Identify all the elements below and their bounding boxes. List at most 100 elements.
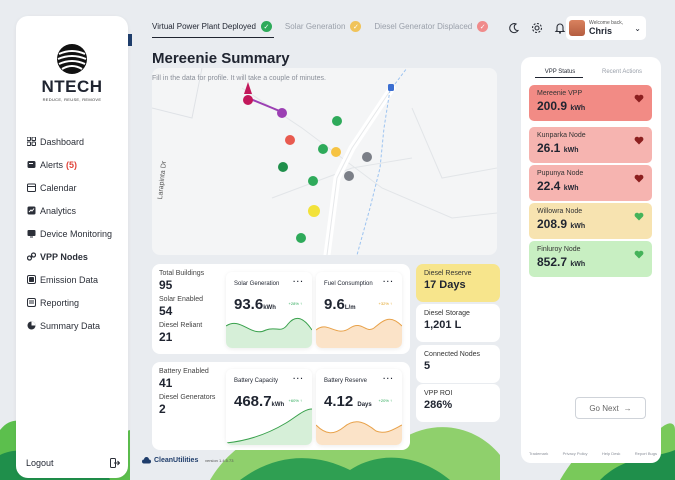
calendar-icon: [26, 183, 36, 193]
map-panel[interactable]: [152, 68, 497, 255]
node-value-row: 26.1 kWh: [537, 141, 644, 155]
sidebar-item-label: Reporting: [40, 297, 80, 308]
home-marker[interactable]: [332, 116, 342, 126]
node-unit: kWh: [563, 185, 579, 192]
heart-icon[interactable]: [634, 94, 644, 103]
sidebar-item-label: Summary Data: [40, 320, 101, 331]
sidebar-item-label: Dashboard: [40, 136, 85, 147]
sidebar-item-label: Analytics: [40, 205, 77, 216]
battery-reserve-card[interactable]: Battery Reserve ··· 4.12 Days +20% ↑: [316, 369, 402, 445]
sidebar-item-reporting[interactable]: Reporting: [26, 291, 126, 314]
footer-link-trademark[interactable]: Trademark: [529, 451, 548, 456]
footer-link-help-desk[interactable]: Help Desk: [602, 451, 620, 456]
step-label: Diesel Generator Displaced: [374, 22, 473, 31]
diesel-storage-card[interactable]: Diesel Storage 1,201 L: [416, 304, 500, 342]
more-options-icon[interactable]: ···: [293, 374, 304, 383]
footer-link-privacy[interactable]: Privacy Policy: [563, 451, 588, 456]
home-marker[interactable]: [362, 152, 372, 162]
step-vpp-deployed[interactable]: Virtual Power Plant Deployed ✓: [152, 21, 272, 32]
footer-links: Trademark Privacy Policy Help Desk Repor…: [529, 451, 657, 456]
vpp-tabs: VPP Status Recent Actions: [529, 67, 653, 77]
home-marker[interactable]: [308, 176, 318, 186]
battery-capacity-card[interactable]: Battery Capacity ··· 468.7kWh +60% ↑: [226, 369, 312, 445]
emission-icon: [26, 275, 36, 285]
solar-marker[interactable]: [308, 205, 320, 217]
go-next-label: Go Next: [589, 403, 619, 413]
step-diesel-displaced[interactable]: Diesel Generator Displaced ✓: [374, 21, 489, 32]
map-canvas[interactable]: [152, 68, 497, 255]
vpp-status-panel: VPP Status Recent Actions Mereenie VPP 2…: [521, 57, 661, 463]
node-name: Finluroy Node: [537, 246, 581, 253]
alert-count-badge: (5): [66, 159, 78, 170]
sidebar-item-dashboard[interactable]: Dashboard: [26, 130, 126, 153]
fuel-consumption-card[interactable]: Fuel Consumption ··· 9.6L/m +32% ↑: [316, 272, 402, 348]
node-value-row: 200.9 kWh: [537, 99, 644, 113]
footer-brand: CleanUtilities: [142, 457, 198, 464]
node-name: Kunparka Node: [537, 132, 586, 139]
step-solar-generation[interactable]: Solar Generation ✓: [284, 21, 362, 32]
home-marker[interactable]: [318, 144, 328, 154]
footer-link-report-bugs[interactable]: Report Bugs: [635, 451, 657, 456]
active-tab-underline: [535, 77, 583, 78]
node-card-willowra[interactable]: Willowra Node 208.9 kWh: [529, 203, 652, 239]
solar-generation-card[interactable]: Solar Generation ··· 93.6kWh +28% ↑: [226, 272, 312, 348]
node-card-pupunya[interactable]: Pupunya Node 22.4 kWh: [529, 165, 652, 201]
logout-label: Logout: [26, 458, 54, 468]
go-next-button[interactable]: Go Next →: [575, 397, 646, 419]
generator-marker[interactable]: [278, 162, 288, 172]
sidebar-item-label: VPP Nodes: [40, 251, 88, 262]
heart-icon[interactable]: [634, 136, 644, 145]
tab-recent-actions[interactable]: Recent Actions: [591, 67, 653, 77]
brand-name: NTECH: [41, 77, 103, 96]
sparkline-chart: [226, 317, 312, 348]
more-options-icon[interactable]: ···: [383, 277, 394, 286]
logout-icon[interactable]: [110, 458, 120, 468]
home-marker[interactable]: [296, 233, 306, 243]
road-sign-marker: [388, 84, 394, 91]
moon-icon[interactable]: [508, 22, 520, 34]
map-pin-marker[interactable]: [243, 95, 253, 105]
alert-icon: [26, 160, 36, 170]
check-icon: ✓: [350, 21, 362, 32]
globe-logo-icon: [57, 44, 87, 74]
step-label: Solar Generation: [284, 22, 346, 31]
report-icon: [26, 298, 36, 308]
sidebar-item-summary-data[interactable]: Summary Data: [26, 314, 126, 337]
node-unit: kWh: [570, 105, 586, 112]
sidebar-item-alerts[interactable]: Alerts (5): [26, 153, 126, 176]
home-marker[interactable]: [344, 171, 354, 181]
bell-icon[interactable]: [554, 22, 566, 34]
battery-marker[interactable]: [285, 135, 295, 145]
heart-icon[interactable]: [634, 174, 644, 183]
vpp-roi-card[interactable]: VPP ROI 286%: [416, 384, 500, 422]
user-menu[interactable]: Welcome back, Chris ⌄: [566, 16, 646, 40]
progress-steps: Virtual Power Plant Deployed ✓ Solar Gen…: [152, 21, 501, 32]
cloud-icon: [142, 457, 151, 464]
heart-icon[interactable]: [634, 212, 644, 221]
node-card-finluroy[interactable]: Finluroy Node 852.7 kWh: [529, 241, 652, 277]
node-card-kunparka[interactable]: Kunparka Node 26.1 kWh: [529, 127, 652, 163]
more-options-icon[interactable]: ···: [293, 277, 304, 286]
diesel-reserve-card[interactable]: Diesel Reserve 17 Days: [416, 264, 500, 302]
sidebar-item-vpp-nodes[interactable]: VPP Nodes: [26, 245, 126, 268]
sidebar-item-analytics[interactable]: Analytics: [26, 199, 126, 222]
gear-icon[interactable]: [531, 22, 543, 34]
card-label: VPP ROI: [424, 390, 453, 397]
tab-vpp-status[interactable]: VPP Status: [529, 67, 591, 77]
node-value: 200.9: [537, 99, 568, 113]
sidebar-item-emission-data[interactable]: Emission Data: [26, 268, 126, 291]
solar-marker[interactable]: [331, 147, 341, 157]
node-card-mereenie[interactable]: Mereenie VPP 200.9 kWh: [529, 85, 652, 121]
node-unit: kWh: [570, 261, 586, 268]
sidebar-item-device-monitoring[interactable]: Device Monitoring: [26, 222, 126, 245]
card-value: 286%: [424, 399, 453, 411]
heart-icon[interactable]: [634, 250, 644, 259]
logout-row[interactable]: Logout: [26, 458, 120, 468]
more-options-icon[interactable]: ···: [383, 374, 394, 383]
connected-nodes-card[interactable]: Connected Nodes 5: [416, 345, 500, 383]
sparkline-chart: [316, 318, 402, 348]
sidebar-item-calendar[interactable]: Calendar: [26, 176, 126, 199]
tower-marker[interactable]: [277, 108, 287, 118]
sidebar-collapse-tab[interactable]: [128, 34, 132, 46]
sidebar-item-label: Device Monitoring: [40, 228, 113, 239]
